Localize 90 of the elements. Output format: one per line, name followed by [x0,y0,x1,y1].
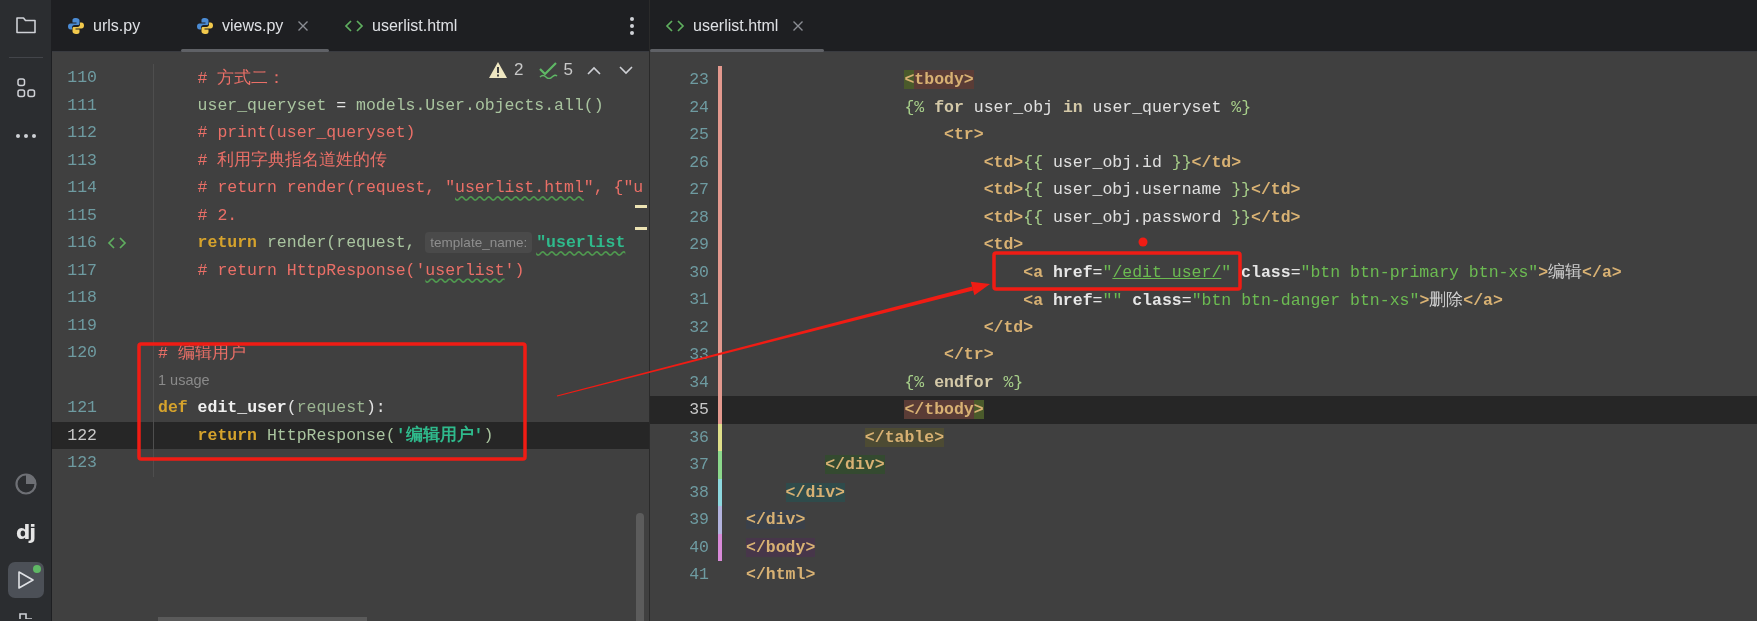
weak-warning-count: 5 [563,60,573,80]
line-number: 26 [688,152,709,172]
previous-button[interactable] [587,65,601,75]
line-number: 112 [66,123,97,143]
line-number: 121 [66,398,97,418]
code-line: # return render(request, "userlist.html", {"u [197,178,644,198]
line-number: 111 [66,95,97,115]
code-line: </html> [746,565,816,585]
folder-icon [14,15,37,35]
code-icon [344,18,364,33]
chevron-down-icon [619,65,633,75]
scrollbar-thumb[interactable] [636,513,644,621]
code-line: # 方式二： [197,68,286,88]
line-number: 118 [66,288,97,308]
code-line: <tbody> [904,70,974,90]
line-number: 37 [688,455,709,475]
editor-tab[interactable]: userlist.html [329,0,474,51]
line-number: 24 [688,97,709,117]
code-icon [665,18,685,33]
line-number: 117 [66,260,97,280]
code-line: <td>{{ user_obj.id }}</td> [983,152,1242,172]
line-number: 119 [66,315,97,335]
code-line: # 编辑用户 [158,343,246,363]
warning-marker[interactable] [635,227,647,230]
check-icon[interactable] [537,61,558,79]
close-icon[interactable] [297,19,310,32]
code-line: <a href="/edit_user/" class="btn btn-primary btn-xs">编辑</a> [1023,263,1622,283]
line-number: 27 [688,180,709,200]
code-line: <td> [983,235,1024,255]
code-line: <td>{{ user_obj.password }}</td> [983,207,1301,227]
status-dot [32,565,41,573]
code-line: </td> [983,317,1034,337]
line-number: 25 [688,125,709,145]
close-icon[interactable] [792,19,805,32]
structure-icon [14,77,37,99]
code-line: # 2. [197,205,238,225]
code-line: <tr> [944,125,984,145]
line-number: 23 [688,70,709,90]
warning-count: 2 [514,60,524,80]
line-number: 41 [688,565,709,585]
code-line: </tr> [944,345,994,365]
code-line: def edit_user(request): [158,398,386,418]
line-number: 29 [688,235,709,255]
line-number: 30 [688,262,709,282]
line-number: 120 [66,343,97,363]
line-number: 36 [688,427,709,447]
line-number: 110 [66,68,97,88]
line-number: 122 [66,425,97,445]
more-icon [14,133,37,139]
django-logo: dj [15,520,36,544]
sidebar-button[interactable]: dj [7,514,44,550]
editor-tab[interactable]: views.py [181,0,329,51]
line-number: 123 [66,453,97,473]
line-number: 28 [688,207,709,227]
code-line: # 利用字典指名道姓的传 [197,151,388,171]
python-icon [196,16,214,35]
code-line: return HttpResponse('编辑用户') [197,426,494,446]
line-number: 34 [688,372,709,392]
chevron-up-icon [587,65,601,75]
warning-marker[interactable] [635,205,647,208]
template-icon [107,235,127,250]
line-number: 35 [688,400,709,420]
code-line: <td>{{ user_obj.username }}</td> [983,180,1301,200]
line-number: 38 [688,482,709,502]
code-line: user_queryset = models.User.objects.all() [197,95,604,115]
line-number: 32 [688,317,709,337]
code-line: </tbody> [904,400,984,420]
code-line: {% endfor %} [904,372,1024,392]
dot-marker [1138,237,1148,247]
warning-icon[interactable] [488,61,509,79]
line-number: 116 [66,233,97,253]
python-icon [67,16,85,35]
sidebar-button[interactable] [7,562,44,598]
line-number: 40 [688,537,709,557]
code-line: # print(user_queryset) [197,123,416,143]
editor-tab[interactable]: urls.py [52,0,181,51]
code-line: # return HttpResponse('userlist') [197,260,525,280]
more-icon[interactable] [629,15,635,36]
pie-chart-icon [13,472,38,496]
line-number: 39 [688,510,709,530]
editor-tab[interactable]: userlist.html [650,0,824,51]
code-line: <a href="" class="btn btn-danger btn-xs">删除</a> [1023,290,1503,310]
line-number: 31 [688,290,709,310]
next-button[interactable] [619,65,633,75]
line-number: 114 [66,178,97,198]
code-line: {% for user_obj in user_queryset %} [904,97,1252,117]
line-number: 113 [66,150,97,170]
code-line: return render(request, template_name: "userlist [197,233,626,253]
play-icon [16,570,35,590]
line-number: 115 [66,205,97,225]
